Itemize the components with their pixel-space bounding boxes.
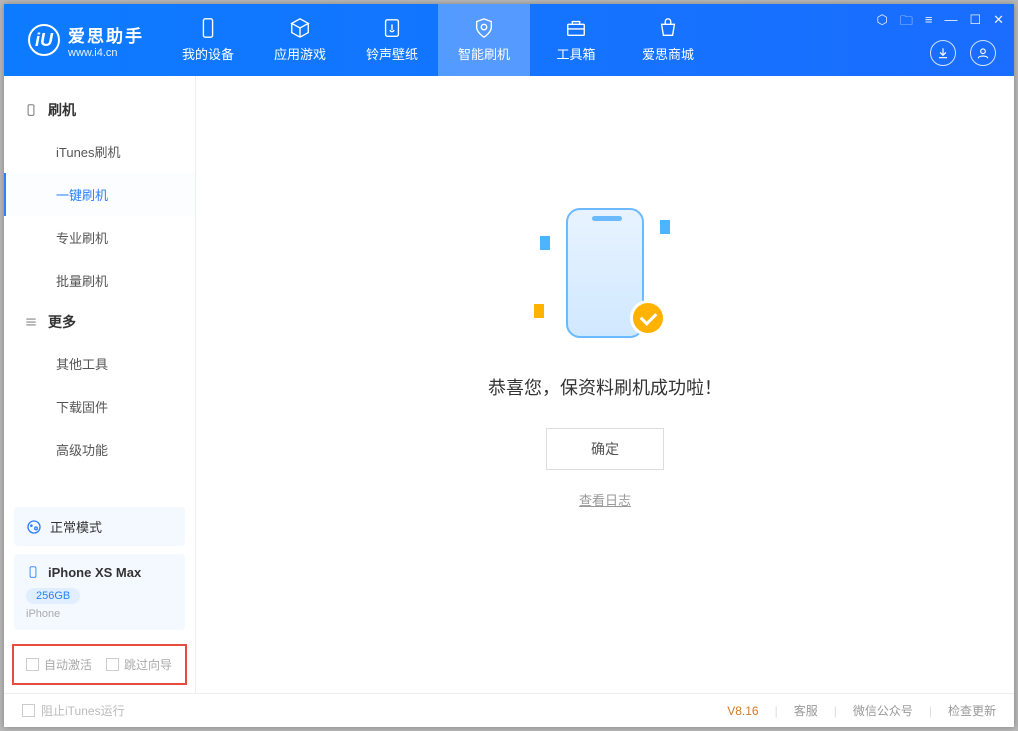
sidebar-item-pro-flash[interactable]: 专业刷机 — [4, 216, 195, 259]
shirt-icon[interactable]: ⬡ — [876, 12, 887, 34]
version-label: V8.16 — [727, 704, 758, 718]
list-icon — [24, 315, 38, 329]
logo-icon: iU — [28, 24, 60, 56]
tab-ringtones[interactable]: 铃声壁纸 — [346, 4, 438, 76]
lock-icon[interactable]: 🗀 — [900, 12, 913, 34]
block-itunes-label: 阻止iTunes运行 — [41, 702, 125, 719]
ok-button[interactable]: 确定 — [546, 428, 664, 470]
separator: | — [929, 704, 932, 718]
sidebar-item-one-click-flash[interactable]: 一键刷机 — [4, 173, 195, 216]
body: 刷机 iTunes刷机 一键刷机 专业刷机 批量刷机 更多 其他工具 下载固件 … — [4, 76, 1014, 693]
sidebar-nav: 刷机 iTunes刷机 一键刷机 专业刷机 批量刷机 更多 其他工具 下载固件 … — [4, 76, 195, 507]
sparkle-icon — [540, 234, 548, 242]
tab-label: 爱思商城 — [642, 44, 694, 63]
header: iU 爱思助手 www.i4.cn 我的设备 应用游戏 铃声壁纸 智能刷机 — [4, 4, 1014, 76]
sidebar: 刷机 iTunes刷机 一键刷机 专业刷机 批量刷机 更多 其他工具 下载固件 … — [4, 76, 196, 693]
menu-icon[interactable]: ≡ — [925, 12, 933, 34]
phone-icon — [26, 564, 40, 580]
device-panel: 正常模式 iPhone XS Max 256GB iPhone — [4, 507, 195, 638]
logo[interactable]: iU 爱思助手 www.i4.cn — [4, 22, 162, 59]
sidebar-item-advanced[interactable]: 高级功能 — [4, 428, 195, 471]
tab-flash[interactable]: 智能刷机 — [438, 4, 530, 76]
tab-label: 智能刷机 — [458, 44, 510, 63]
device-card[interactable]: iPhone XS Max 256GB iPhone — [14, 554, 185, 630]
music-icon — [381, 17, 403, 39]
block-itunes-option[interactable]: 阻止iTunes运行 — [22, 702, 125, 719]
minimize-button[interactable]: — — [944, 12, 957, 34]
success-message: 恭喜您，保资料刷机成功啦！ — [488, 374, 722, 400]
checkbox-icon[interactable] — [22, 704, 35, 717]
support-link[interactable]: 客服 — [794, 702, 818, 719]
view-log-link[interactable]: 查看日志 — [579, 490, 631, 509]
close-button[interactable]: ✕ — [993, 12, 1004, 34]
separator: | — [834, 704, 837, 718]
app-window: iU 爱思助手 www.i4.cn 我的设备 应用游戏 铃声壁纸 智能刷机 — [4, 4, 1014, 727]
tab-label: 工具箱 — [556, 44, 595, 63]
wechat-link[interactable]: 微信公众号 — [853, 702, 913, 719]
option-label: 自动激活 — [44, 656, 92, 673]
device-icon — [197, 17, 219, 39]
phone-icon — [24, 103, 38, 117]
nav-group-label: 刷机 — [48, 100, 76, 120]
tab-my-device[interactable]: 我的设备 — [162, 4, 254, 76]
footer: 阻止iTunes运行 V8.16 | 客服 | 微信公众号 | 检查更新 — [4, 693, 1014, 727]
sidebar-item-download-firmware[interactable]: 下载固件 — [4, 385, 195, 428]
tab-store[interactable]: 爱思商城 — [622, 4, 714, 76]
tab-label: 应用游戏 — [274, 44, 326, 63]
separator: | — [775, 704, 778, 718]
sidebar-item-itunes-flash[interactable]: iTunes刷机 — [4, 130, 195, 173]
sparkle-icon — [660, 218, 668, 226]
logo-text: 爱思助手 www.i4.cn — [68, 22, 144, 59]
device-type: iPhone — [26, 608, 173, 620]
device-storage-badge: 256GB — [26, 588, 80, 604]
window-controls: ⬡ 🗀 ≡ — ☐ ✕ — [876, 12, 1004, 34]
app-url: www.i4.cn — [68, 47, 144, 59]
maximize-button[interactable]: ☐ — [969, 12, 981, 34]
device-name: iPhone XS Max — [48, 565, 141, 580]
nav-group-more[interactable]: 更多 — [4, 302, 195, 342]
tab-label: 我的设备 — [182, 44, 234, 63]
device-mode-button[interactable]: 正常模式 — [14, 507, 185, 546]
status-icon — [26, 519, 42, 535]
check-update-link[interactable]: 检查更新 — [948, 702, 996, 719]
shield-icon — [473, 17, 495, 39]
device-name-row: iPhone XS Max — [26, 564, 173, 580]
options-highlight: 自动激活 跳过向导 — [12, 644, 187, 685]
checkbox-icon[interactable] — [26, 658, 39, 671]
tab-toolbox[interactable]: 工具箱 — [530, 4, 622, 76]
app-name: 爱思助手 — [68, 22, 144, 47]
tab-label: 铃声壁纸 — [366, 44, 418, 63]
nav-group-label: 更多 — [48, 312, 76, 332]
option-label: 跳过向导 — [124, 656, 172, 673]
sidebar-item-batch-flash[interactable]: 批量刷机 — [4, 259, 195, 302]
option-auto-activate[interactable]: 自动激活 — [26, 656, 92, 673]
top-tabs: 我的设备 应用游戏 铃声壁纸 智能刷机 工具箱 爱思商城 — [162, 4, 714, 76]
store-icon — [657, 17, 679, 39]
checkbox-icon[interactable] — [106, 658, 119, 671]
success-illustration — [530, 200, 680, 350]
nav-group-flash[interactable]: 刷机 — [4, 90, 195, 130]
tab-apps[interactable]: 应用游戏 — [254, 4, 346, 76]
device-mode-label: 正常模式 — [50, 517, 102, 536]
header-actions — [930, 40, 996, 66]
checkmark-badge-icon — [630, 300, 666, 336]
sparkle-icon — [534, 302, 542, 310]
user-button[interactable] — [970, 40, 996, 66]
toolbox-icon — [565, 17, 587, 39]
option-skip-wizard[interactable]: 跳过向导 — [106, 656, 172, 673]
main-content: 恭喜您，保资料刷机成功啦！ 确定 查看日志 — [196, 76, 1014, 693]
footer-right: V8.16 | 客服 | 微信公众号 | 检查更新 — [727, 702, 996, 719]
cube-icon — [289, 17, 311, 39]
sidebar-item-other-tools[interactable]: 其他工具 — [4, 342, 195, 385]
download-button[interactable] — [930, 40, 956, 66]
